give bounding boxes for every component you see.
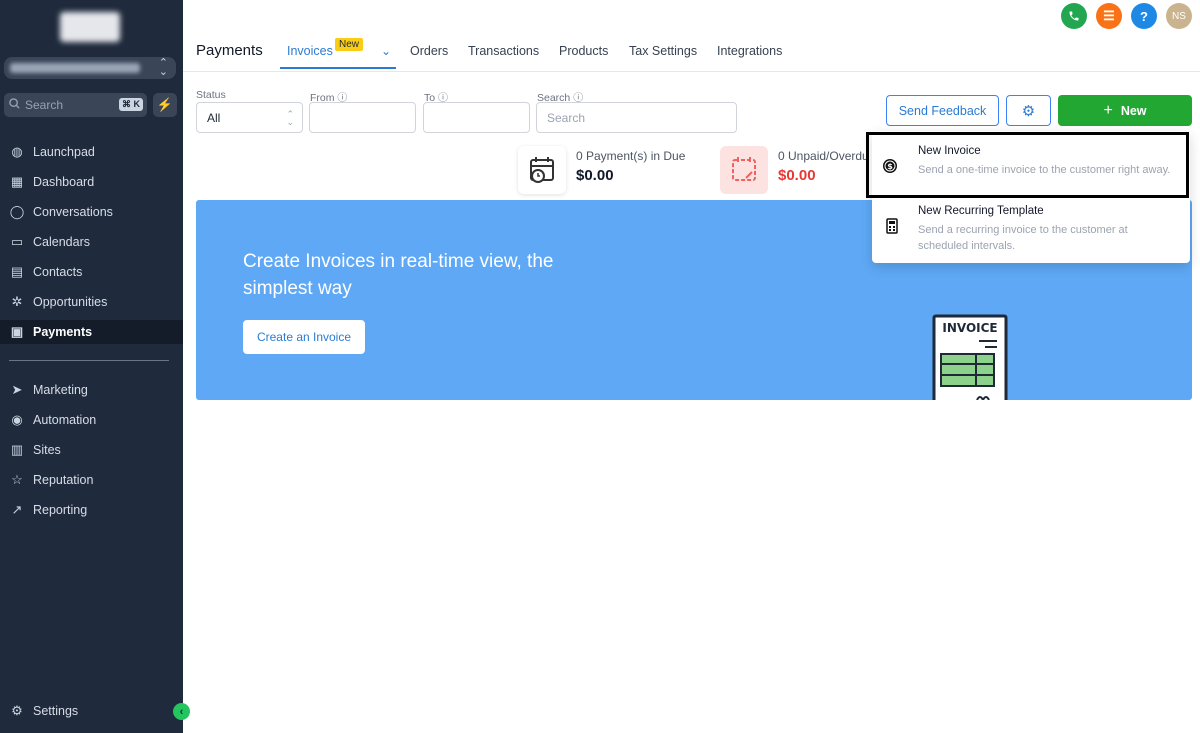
send-feedback-button[interactable]: Send Feedback xyxy=(886,95,999,126)
sidebar-item-label: Conversations xyxy=(33,205,113,219)
phone-icon[interactable] xyxy=(1061,3,1087,29)
sidebar-item-marketing[interactable]: ➤ Marketing xyxy=(0,378,183,402)
sidebar-item-conversations[interactable]: ◯ Conversations xyxy=(0,200,183,224)
new-button-label: New xyxy=(1120,103,1147,118)
tab-integrations[interactable]: Integrations xyxy=(717,44,782,58)
calendar-overdue-icon xyxy=(720,146,768,194)
sidebar-item-label: Automation xyxy=(33,413,97,427)
new-dropdown-menu: $ New Invoice Send a one-time invoice to… xyxy=(866,131,1190,263)
sidebar-item-launchpad[interactable]: ◍ Launchpad xyxy=(0,140,183,164)
menu-item-description: Send a one-time invoice to the customer … xyxy=(918,164,1171,176)
send-icon: ➤ xyxy=(11,382,23,397)
tab-tax-settings[interactable]: Tax Settings xyxy=(629,44,697,58)
invoice-illustration-label: INVOICE xyxy=(942,321,997,335)
sidebar-item-opportunities[interactable]: ✲ Opportunities xyxy=(0,290,183,314)
from-date-input[interactable] xyxy=(309,102,416,133)
trend-icon: ↗ xyxy=(11,502,23,517)
search-input[interactable]: Search xyxy=(536,102,737,133)
location-name-blurred xyxy=(10,63,140,73)
sidebar-item-reputation[interactable]: ☆ Reputation xyxy=(0,468,183,492)
sidebar-item-label: Launchpad xyxy=(33,145,95,159)
company-logo[interactable] xyxy=(60,12,120,42)
tasks-list-icon[interactable]: ☰ xyxy=(1096,3,1122,29)
search-shortcut-badge: ⌘ K xyxy=(119,98,143,111)
status-filter-label: Status xyxy=(196,89,226,101)
dollar-circle-icon: $ xyxy=(883,159,897,173)
dashboard-icon: ▦ xyxy=(10,174,24,189)
sidebar-item-dashboard[interactable]: ▦ Dashboard xyxy=(0,170,183,194)
page-title: Payments xyxy=(196,42,263,59)
invoice-illustration: INVOICE xyxy=(932,314,1008,400)
contacts-icon: ▤ xyxy=(10,264,24,279)
overdue-payments-count: 0 Unpaid/Overdu xyxy=(778,149,869,163)
user-avatar[interactable]: NS xyxy=(1166,3,1192,29)
search-icon xyxy=(9,98,20,112)
sidebar-item-label: Sites xyxy=(33,443,61,457)
sidebar-item-calendars[interactable]: ▭ Calendars xyxy=(0,230,183,254)
chevron-down-icon[interactable]: ⌄ xyxy=(381,44,391,58)
sidebar-item-label: Payments xyxy=(33,325,93,339)
launchpad-icon: ◍ xyxy=(11,144,23,159)
gear-icon: ⚙ xyxy=(11,703,23,718)
sidebar-item-label: Reporting xyxy=(33,503,88,517)
sidebar-item-label: Opportunities xyxy=(33,295,108,309)
to-date-input[interactable] xyxy=(423,102,530,133)
sidebar-search-placeholder: Search xyxy=(25,98,64,112)
sidebar-item-settings[interactable]: ⚙ Settings xyxy=(0,699,183,723)
chat-icon: ◯ xyxy=(9,204,25,219)
sidebar-item-payments[interactable]: ▣ Payments xyxy=(0,320,183,344)
due-payments-count: 0 Payment(s) in Due xyxy=(576,149,686,163)
calendar-icon: ▭ xyxy=(10,234,24,249)
gear-icon: ⚙ xyxy=(1021,102,1036,120)
sidebar-item-automation[interactable]: ◉ Automation xyxy=(0,408,183,432)
settings-button[interactable]: ⚙ xyxy=(1006,95,1051,126)
svg-text:$: $ xyxy=(887,162,893,171)
menu-item-title: New Recurring Template xyxy=(918,205,1044,217)
payments-icon: ▣ xyxy=(10,324,24,339)
help-icon[interactable]: ? xyxy=(1131,3,1157,29)
new-badge: New xyxy=(335,38,364,51)
calendar-clock-icon xyxy=(518,146,566,194)
quick-actions-bolt-icon[interactable]: ⚡ xyxy=(153,93,177,117)
banner-title: Create Invoices in real-time view, the s… xyxy=(243,251,554,299)
tab-transactions[interactable]: Transactions xyxy=(468,44,539,58)
menu-item-new-invoice[interactable]: $ New Invoice Send a one-time invoice to… xyxy=(866,132,1189,198)
chevron-updown-icon: ⌃ ⌄ xyxy=(286,109,294,127)
top-bar: Payments Invoices New ⌄ Orders Transacti… xyxy=(183,0,1200,72)
sidebar-item-label: Settings xyxy=(33,704,79,718)
sites-icon: ▥ xyxy=(10,442,24,457)
sidebar-item-contacts[interactable]: ▤ Contacts xyxy=(0,260,183,284)
menu-item-description: Send a recurring invoice to the customer… xyxy=(918,224,1128,252)
sidebar-item-label: Calendars xyxy=(33,235,90,249)
overdue-payments-amount: $0.00 xyxy=(778,167,816,184)
sidebar-item-label: Dashboard xyxy=(33,175,95,189)
automation-icon: ◉ xyxy=(11,412,23,427)
sidebar: ⌃ ⌄ Search ⌘ K ⚡ ◍ Launchpad ▦ Dashboard … xyxy=(0,0,183,733)
sidebar-search[interactable]: Search ⌘ K xyxy=(4,93,147,117)
create-invoice-button[interactable]: Create an Invoice xyxy=(243,320,365,354)
menu-item-title: New Invoice xyxy=(918,145,981,157)
active-tab-indicator xyxy=(280,67,396,69)
menu-item-new-recurring-template[interactable]: New Recurring Template Send a recurring … xyxy=(872,201,1190,261)
calculator-icon xyxy=(886,218,898,234)
star-icon: ☆ xyxy=(11,472,23,487)
location-switcher[interactable]: ⌃ ⌄ xyxy=(4,57,176,79)
sidebar-item-label: Marketing xyxy=(33,383,88,397)
sidebar-item-sites[interactable]: ▥ Sites xyxy=(0,438,183,462)
opportunities-icon: ✲ xyxy=(11,294,23,309)
sidebar-item-reporting[interactable]: ↗ Reporting xyxy=(0,498,183,522)
tab-invoices[interactable]: Invoices xyxy=(287,44,333,58)
new-button[interactable]: + New xyxy=(1058,95,1192,126)
sidebar-item-label: Contacts xyxy=(33,265,83,279)
sidebar-item-label: Reputation xyxy=(33,473,94,487)
due-payments-amount: $0.00 xyxy=(576,167,614,184)
chevron-updown-icon: ⌃ ⌄ xyxy=(158,57,168,78)
tab-orders[interactable]: Orders xyxy=(410,44,448,58)
sidebar-collapse-button[interactable]: ‹ xyxy=(173,703,190,720)
sidebar-divider xyxy=(9,360,169,361)
status-select-value: All xyxy=(207,110,221,125)
plus-icon: + xyxy=(1103,101,1113,119)
status-select[interactable]: All ⌃ ⌄ xyxy=(196,102,303,133)
tab-products[interactable]: Products xyxy=(559,44,608,58)
